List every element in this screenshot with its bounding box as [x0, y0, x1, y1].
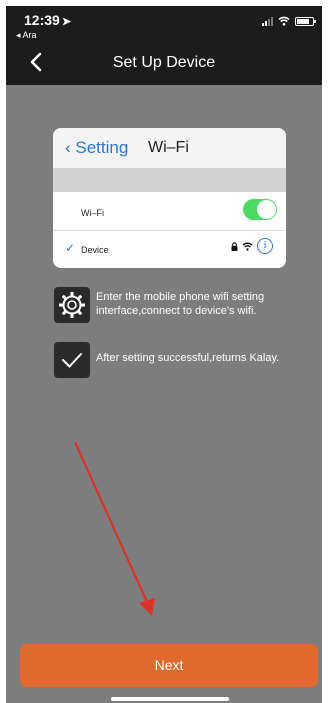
home-indicator[interactable] [111, 697, 229, 701]
annotation-arrow-icon [73, 441, 155, 616]
phone-screen: 12:39 ➤ ◂ Ara Set Up Device ‹ Setting Wi–… [6, 6, 322, 703]
next-button[interactable]: Next [20, 644, 318, 687]
